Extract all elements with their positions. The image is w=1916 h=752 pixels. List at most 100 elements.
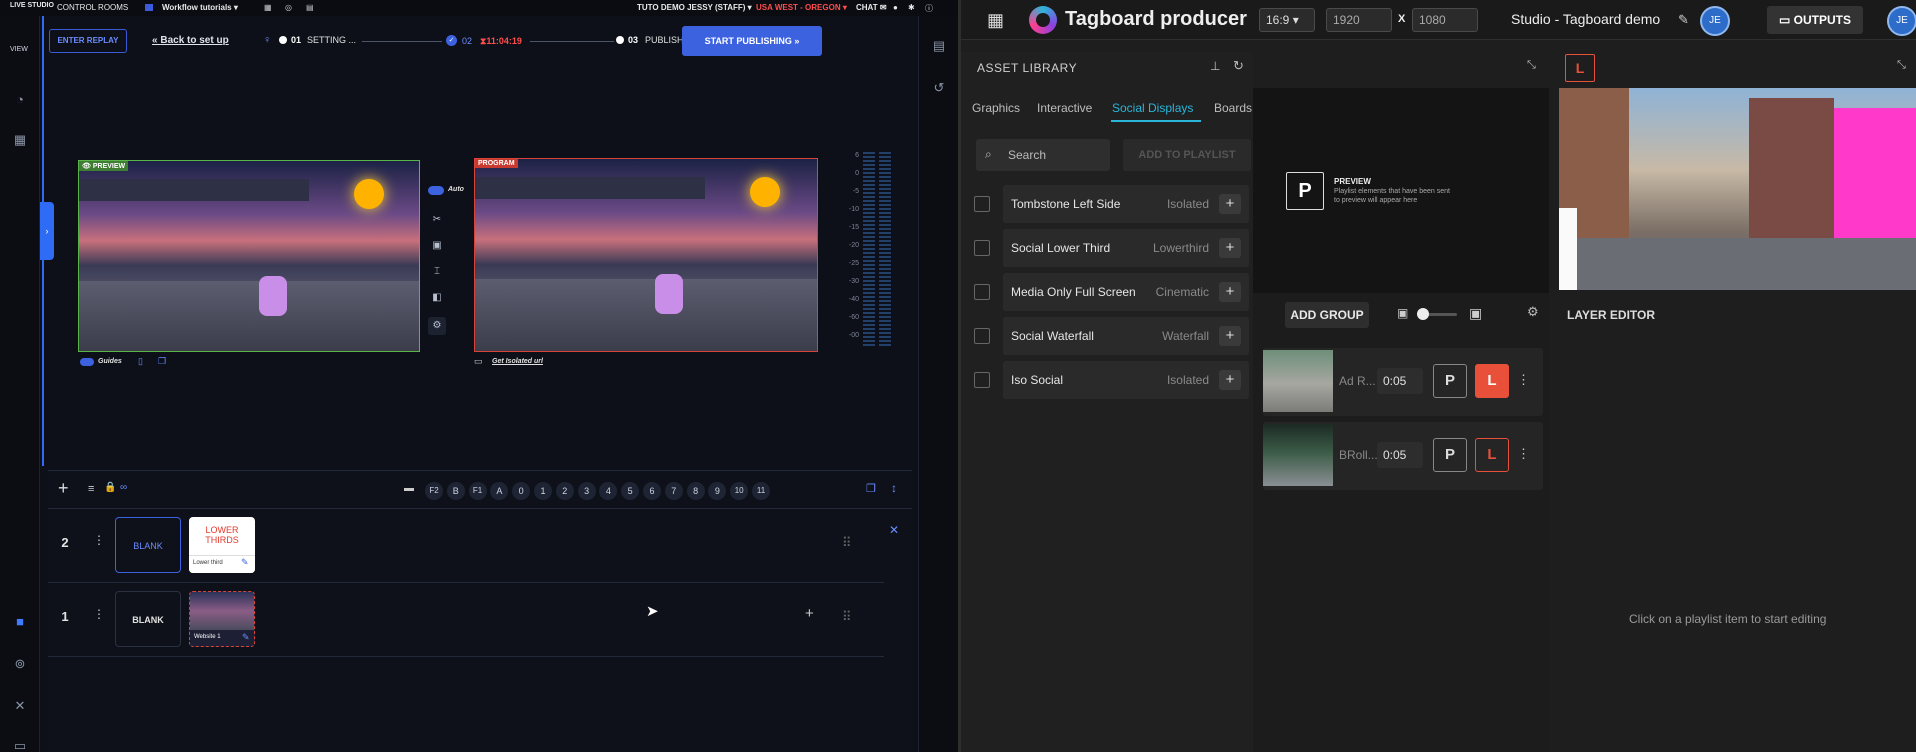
- chat-button[interactable]: CHAT ✉: [856, 3, 887, 12]
- collapse-icon[interactable]: ⤡: [1527, 59, 1536, 72]
- slider-handle[interactable]: [1417, 308, 1429, 320]
- expand-icon[interactable]: ⤡: [1897, 59, 1906, 72]
- duration-field[interactable]: 0:05: [1377, 442, 1423, 468]
- step1-label[interactable]: SETTING ...: [307, 35, 356, 45]
- layer-shortcut-button[interactable]: 2: [555, 482, 574, 500]
- comment-icon[interactable]: ▬: [404, 483, 414, 494]
- asset-checkbox[interactable]: [974, 372, 990, 388]
- live-button[interactable]: L: [1475, 438, 1509, 472]
- start-publishing-button[interactable]: START PUBLISHING »: [682, 26, 822, 56]
- asset-checkbox[interactable]: [974, 196, 990, 212]
- apps-grid-icon[interactable]: ▦: [987, 10, 1004, 31]
- live-button[interactable]: L: [1475, 364, 1509, 398]
- transition-wipe-icon[interactable]: ⌶: [428, 263, 446, 281]
- blank-card[interactable]: BLANK: [115, 591, 181, 647]
- calendar-icon[interactable]: ▦: [264, 3, 272, 12]
- layer-shortcut-button[interactable]: 6: [643, 482, 661, 500]
- pin-icon[interactable]: ⊥: [1210, 59, 1220, 73]
- asset-item[interactable]: Social Lower Third Lowerthird +: [1003, 229, 1249, 267]
- control-rooms-link[interactable]: CONTROL ROOMS: [57, 3, 128, 12]
- row-menu-icon[interactable]: ⋮: [93, 607, 105, 621]
- feedback-icon[interactable]: ▭: [12, 738, 28, 752]
- camera-icon[interactable]: ■: [12, 614, 28, 630]
- transition-fade-icon[interactable]: ▣: [428, 237, 446, 255]
- duplicate-icon[interactable]: ❐: [866, 482, 876, 495]
- asset-item[interactable]: Social Waterfall Waterfall +: [1003, 317, 1249, 355]
- broadcast-icon[interactable]: ⊚: [12, 656, 28, 672]
- copy-icon[interactable]: ❐: [158, 356, 166, 367]
- add-group-button[interactable]: ADD GROUP: [1285, 302, 1369, 328]
- tools-icon[interactable]: ✕: [12, 698, 28, 714]
- layer-shortcut-button[interactable]: 7: [664, 482, 683, 500]
- tab-graphics[interactable]: Graphics: [972, 101, 1020, 115]
- duration-field[interactable]: 0:05: [1377, 368, 1423, 394]
- search-field[interactable]: ⌕ Search: [976, 139, 1110, 171]
- item-menu-icon[interactable]: ⋮: [1517, 372, 1530, 388]
- align-icon[interactable]: ≡: [88, 483, 94, 495]
- asset-item[interactable]: Media Only Full Screen Cinematic +: [1003, 273, 1249, 311]
- layer-shortcut-button[interactable]: 11: [752, 482, 770, 500]
- add-row-icon[interactable]: +: [58, 478, 69, 499]
- get-isolated-url-link[interactable]: Get Isolated url: [492, 358, 543, 365]
- preview-button[interactable]: P: [1433, 438, 1467, 472]
- asset-checkbox[interactable]: [974, 328, 990, 344]
- mobile-icon[interactable]: ▯: [138, 356, 143, 367]
- item-menu-icon[interactable]: ⋮: [1517, 446, 1530, 462]
- preview-monitor[interactable]: 👁 PREVIEW: [78, 160, 420, 352]
- playlist-settings-icon[interactable]: ⚙: [1527, 304, 1539, 320]
- blank-card[interactable]: BLANK: [115, 517, 181, 573]
- asset-checkbox[interactable]: [974, 284, 990, 300]
- back-to-setup-link[interactable]: « Back to set up: [152, 35, 229, 46]
- layer-shortcut-button[interactable]: A: [490, 482, 509, 500]
- enter-replay-button[interactable]: ENTER REPLAY: [49, 29, 127, 53]
- add-asset-icon[interactable]: +: [1219, 238, 1241, 258]
- width-input[interactable]: 1920: [1326, 8, 1392, 32]
- workflow-dropdown[interactable]: Workflow tutorials ▾: [162, 3, 238, 12]
- edit-pencil-icon[interactable]: ✎: [241, 557, 249, 568]
- panel-icon[interactable]: ▤: [931, 38, 947, 54]
- layer-shortcut-button[interactable]: B: [446, 482, 465, 500]
- program-monitor[interactable]: PROGRAM: [474, 158, 818, 352]
- avatar-secondary[interactable]: JE: [1887, 6, 1916, 36]
- edit-pencil-icon[interactable]: ✎: [242, 632, 250, 643]
- layer-shortcut-button[interactable]: 1: [534, 482, 552, 500]
- profile-icon[interactable]: ●: [893, 3, 898, 12]
- asset-checkbox[interactable]: [974, 240, 990, 256]
- transition-slide-icon[interactable]: ◧: [428, 289, 446, 307]
- preview-button[interactable]: P: [1433, 364, 1467, 398]
- transition-settings-icon[interactable]: ⚙: [428, 317, 446, 335]
- resize-icon[interactable]: ↕: [891, 481, 897, 495]
- settings-gear-icon[interactable]: ✱: [908, 3, 915, 12]
- row-menu-icon[interactable]: ⋮: [93, 533, 105, 547]
- add-to-playlist-button[interactable]: ADD TO PLAYLIST: [1123, 139, 1251, 171]
- layer-shortcut-button[interactable]: 9: [708, 482, 727, 500]
- help-icon[interactable]: ⓘ: [925, 3, 933, 14]
- tab-social-displays[interactable]: Social Displays: [1112, 101, 1193, 115]
- drag-handle-icon[interactable]: ⠿: [842, 535, 852, 551]
- playlist-item[interactable]: Ad R... 0:05 P L ⋮: [1263, 348, 1543, 416]
- drag-handle-icon[interactable]: ⠿: [842, 609, 852, 625]
- layouts-icon[interactable]: ▦: [12, 132, 28, 148]
- layer-shortcut-button[interactable]: 8: [686, 482, 705, 500]
- globe-icon[interactable]: ◎: [285, 3, 292, 12]
- user-menu[interactable]: TUTO DEMO JESSY (STAFF) ▾: [637, 3, 752, 12]
- dashboard-icon[interactable]: ◔: [12, 92, 28, 108]
- add-asset-icon[interactable]: +: [1219, 326, 1241, 346]
- outputs-button[interactable]: ▭ OUTPUTS: [1767, 6, 1863, 34]
- layer-shortcut-button[interactable]: 0: [512, 482, 531, 500]
- guides-toggle[interactable]: [80, 358, 94, 366]
- layer-shortcut-button[interactable]: 4: [599, 482, 618, 500]
- asset-item[interactable]: Iso Social Isolated +: [1003, 361, 1249, 399]
- link-icon[interactable]: ∞: [120, 482, 127, 493]
- region-menu[interactable]: USA WEST - OREGON ▾: [756, 3, 847, 12]
- auto-toggle[interactable]: [428, 186, 444, 195]
- grid-icon[interactable]: ▤: [306, 3, 314, 12]
- transition-cut-icon[interactable]: ✂: [428, 211, 446, 229]
- layer-shortcut-button[interactable]: 5: [621, 482, 640, 500]
- add-asset-icon[interactable]: +: [1219, 194, 1241, 214]
- avatar[interactable]: JE: [1700, 6, 1730, 36]
- aspect-select[interactable]: 16:9 ▾: [1259, 8, 1315, 32]
- height-input[interactable]: 1080: [1412, 8, 1478, 32]
- edit-pencil-icon[interactable]: ✎: [1678, 12, 1689, 28]
- close-icon[interactable]: ✕: [889, 523, 899, 537]
